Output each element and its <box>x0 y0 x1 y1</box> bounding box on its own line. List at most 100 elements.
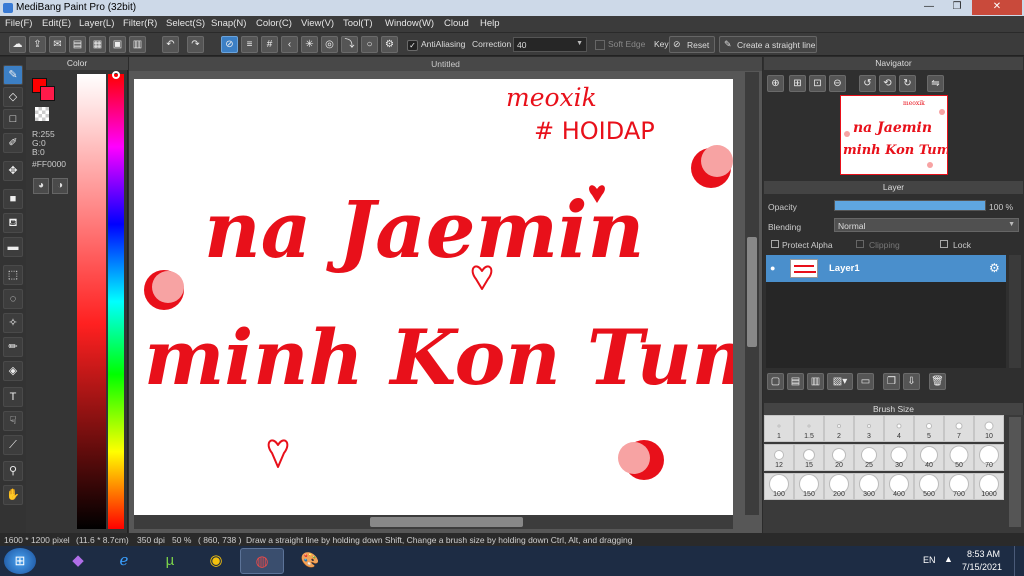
select-brush-icon[interactable]: ✏ <box>3 337 23 357</box>
start-button[interactable]: ⊞ <box>4 548 36 574</box>
opacity-slider[interactable] <box>834 200 986 211</box>
brush-size-20[interactable]: 20 <box>824 444 854 471</box>
brush-size-25[interactable]: 25 <box>854 444 884 471</box>
layer-scrollbar[interactable] <box>1009 255 1021 368</box>
divide-tool-icon[interactable]: ⟋ <box>3 435 23 455</box>
transparent-swatch[interactable] <box>35 107 49 121</box>
eyedropper-icon[interactable]: ⚲ <box>3 461 23 481</box>
text-tool-icon[interactable]: T <box>3 387 23 407</box>
brush-size-10[interactable]: 10 <box>974 415 1004 442</box>
brush-size-3[interactable]: 3 <box>854 415 884 442</box>
brush-scrollbar[interactable] <box>1009 417 1021 527</box>
perspective-snap-icon[interactable]: ‹ <box>281 36 298 53</box>
snap-settings-icon[interactable]: ⚙ <box>381 36 398 53</box>
palette-icon[interactable]: ◕ <box>33 178 49 194</box>
chrome-icon[interactable]: ◉ <box>194 548 238 574</box>
secondary-color-swatch[interactable] <box>40 86 55 101</box>
gradient-tool-icon[interactable]: ▬ <box>3 237 23 257</box>
rect-select-icon[interactable]: ⬚ <box>3 265 23 285</box>
zoom-out-icon[interactable]: ⊖ <box>829 75 846 92</box>
correction-select[interactable]: 40 ▼ <box>513 37 587 52</box>
menu-file[interactable]: File(F) <box>5 18 32 29</box>
blending-select[interactable]: Normal ▼ <box>834 218 1019 232</box>
menu-color[interactable]: Color(C) <box>256 18 292 29</box>
duplicate-layer-icon[interactable]: ❐ <box>883 373 900 390</box>
eraser-tool-icon[interactable]: ◇ <box>3 87 23 107</box>
merge-layer-icon[interactable]: ⇩ <box>903 373 920 390</box>
grid-doc-icon[interactable]: ▥ <box>129 36 146 53</box>
circle-snap-icon[interactable]: ◎ <box>321 36 338 53</box>
trash-icon[interactable]: 🗑 <box>929 373 946 390</box>
eye-icon[interactable]: ● <box>770 263 775 273</box>
tray-expand-icon[interactable]: ▲ <box>944 554 953 564</box>
antialiasing-checkbox[interactable]: ✓ <box>407 40 418 51</box>
show-desktop-button[interactable] <box>1014 546 1024 576</box>
utorrent-icon[interactable]: µ <box>148 548 192 574</box>
curve-snap-icon[interactable]: ⤵ <box>341 36 358 53</box>
radial-snap-icon[interactable]: ✳ <box>301 36 318 53</box>
bucket-tool-icon[interactable]: ⛾ <box>3 213 23 233</box>
lasso-select-icon[interactable]: ◌ <box>3 289 23 309</box>
brush-size-50[interactable]: 50 <box>944 444 974 471</box>
vertical-scrollbar[interactable] <box>745 72 759 515</box>
menu-tool[interactable]: Tool(T) <box>343 18 373 29</box>
canvas-paper[interactable]: meoxik # HOIDAP na Jaemin minh Kon Tum <box>134 79 733 515</box>
maximize-icon[interactable]: ❐ <box>944 0 970 15</box>
menu-view[interactable]: View(V) <box>301 18 334 29</box>
brush-size-70[interactable]: 70 <box>974 444 1004 471</box>
add-layer-menu-icon[interactable]: ▧▾ <box>827 373 853 390</box>
brush-size-100[interactable]: 100 <box>764 473 794 500</box>
dot-tool-icon[interactable]: □ <box>3 109 23 129</box>
menu-edit[interactable]: Edit(E) <box>42 18 71 29</box>
settings-doc-icon[interactable]: ▣ <box>109 36 126 53</box>
parallel-snap-icon[interactable]: ≡ <box>241 36 258 53</box>
menu-filter[interactable]: Filter(R) <box>123 18 157 29</box>
softedge-checkbox[interactable] <box>595 40 605 50</box>
new-halftone-layer-icon[interactable]: ▤ <box>787 373 804 390</box>
menu-select[interactable]: Select(S) <box>166 18 205 29</box>
canvas-tab[interactable]: Untitled <box>129 57 762 71</box>
snap-off-icon[interactable]: ⊘ <box>221 36 238 53</box>
brush-size-4[interactable]: 4 <box>884 415 914 442</box>
brightness-slider[interactable] <box>77 74 106 529</box>
close-icon[interactable]: ✕ <box>972 0 1022 15</box>
rotate-right-icon[interactable]: ↻ <box>899 75 916 92</box>
internet-explorer-icon[interactable]: ℯ <box>102 548 146 574</box>
grid-snap-icon[interactable]: # <box>261 36 278 53</box>
horizontal-scrollbar[interactable] <box>134 515 733 529</box>
medibang-taskbar-icon[interactable]: ◍ <box>240 548 284 574</box>
brush-size-5[interactable]: 5 <box>914 415 944 442</box>
zoom-in-icon[interactable]: ⊕ <box>767 75 784 92</box>
chat-icon[interactable]: ▤ <box>69 36 86 53</box>
zoom-fit-icon[interactable]: ⊞ <box>789 75 806 92</box>
brush-size-1000[interactable]: 1000 <box>974 473 1004 500</box>
flip-icon[interactable]: ⇋ <box>927 75 944 92</box>
menu-cloud[interactable]: Cloud <box>444 18 469 29</box>
brush-size-7[interactable]: 7 <box>944 415 974 442</box>
redo-icon[interactable]: ↷ <box>187 36 204 53</box>
brush-size-500[interactable]: 500 <box>914 473 944 500</box>
hand-tool-icon[interactable]: ✋ <box>3 485 23 505</box>
hue-handle[interactable] <box>112 71 120 79</box>
brush-size-30[interactable]: 30 <box>884 444 914 471</box>
horizontal-scroll-thumb[interactable] <box>370 517 523 527</box>
menu-window[interactable]: Window(W) <box>385 18 434 29</box>
zoom-actual-icon[interactable]: ⊡ <box>809 75 826 92</box>
clipping-checkbox[interactable] <box>856 240 864 248</box>
magic-wand-icon[interactable]: ✧ <box>3 313 23 333</box>
brush-size-200[interactable]: 200 <box>824 473 854 500</box>
brush-size-700[interactable]: 700 <box>944 473 974 500</box>
menu-snap[interactable]: Snap(N) <box>211 18 246 29</box>
brush-size-2[interactable]: 2 <box>824 415 854 442</box>
paint-icon[interactable]: 🎨 <box>288 548 332 574</box>
clock-date[interactable]: 7/15/2021 <box>962 562 1002 572</box>
hue-slider[interactable] <box>108 74 124 529</box>
menu-layer[interactable]: Layer(L) <box>79 18 114 29</box>
lock-checkbox[interactable] <box>940 240 948 248</box>
brush-size-300[interactable]: 300 <box>854 473 884 500</box>
clock-time[interactable]: 8:53 AM <box>967 549 1000 559</box>
protect-alpha-checkbox[interactable] <box>771 240 779 248</box>
comment-icon[interactable]: ✉ <box>49 36 66 53</box>
new-layer-icon[interactable]: ▢ <box>767 373 784 390</box>
language-indicator[interactable]: EN <box>923 555 936 565</box>
